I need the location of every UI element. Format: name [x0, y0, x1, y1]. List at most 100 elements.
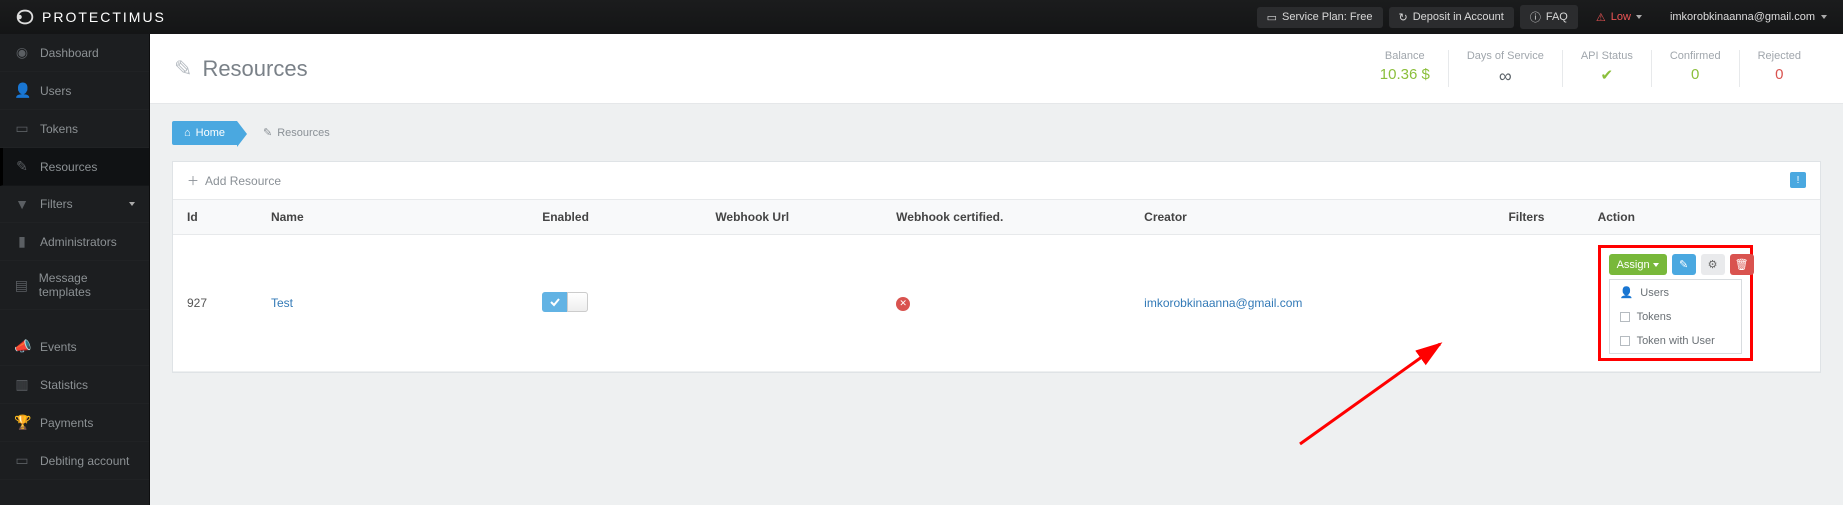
col-name[interactable]: Name	[257, 200, 528, 235]
resources-panel: ＋ Add Resource ! Id Name Enabled Webhook…	[172, 161, 1821, 373]
cell-filters	[1494, 235, 1583, 372]
col-action[interactable]: Action	[1584, 200, 1820, 235]
delete-button[interactable]: 🗑	[1730, 254, 1754, 275]
trophy-icon: 🏆	[14, 414, 30, 431]
sidebar-item-dashboard[interactable]: ◉Dashboard	[0, 34, 149, 72]
stat-api-status: API Status ✔	[1562, 50, 1651, 87]
cell-creator: imkorobkinaanna@gmail.com	[1130, 235, 1494, 372]
stat-rejected: Rejected 0	[1739, 50, 1819, 87]
header-stats: Balance 10.36 $ Days of Service ∞ API St…	[1362, 50, 1819, 87]
action-highlight-box: Assign ✎ ⚙ 🗑 👤Users	[1598, 245, 1753, 361]
add-resource-button[interactable]: ＋ Add Resource	[187, 172, 281, 189]
sidebar-item-filters[interactable]: ▼Filters	[0, 186, 149, 223]
col-webhook-certified[interactable]: Webhook certified.	[882, 200, 1130, 235]
refresh-icon: ↻	[1399, 11, 1408, 24]
check-icon	[542, 292, 567, 312]
home-icon: ⌂	[184, 127, 191, 139]
content-area: ✎ Resources Balance 10.36 $ Days of Serv…	[150, 34, 1843, 505]
brand-logo[interactable]: PROTECTIMUS	[0, 6, 180, 28]
caret-down-icon	[1821, 15, 1827, 19]
file-icon: ▤	[14, 277, 29, 294]
help-badge[interactable]: !	[1790, 172, 1806, 188]
edit-icon: ✎	[174, 56, 192, 82]
deposit-button[interactable]: ↻ Deposit in Account	[1389, 7, 1514, 28]
sidebar-item-tokens[interactable]: ▭Tokens	[0, 110, 149, 148]
stat-balance: Balance 10.36 $	[1362, 50, 1448, 87]
service-plan-button[interactable]: ▭ Service Plan: Free	[1257, 7, 1383, 28]
sidebar-item-users[interactable]: 👤Users	[0, 72, 149, 110]
square-icon	[1620, 312, 1630, 322]
brand-text: PROTECTIMUS	[42, 9, 166, 25]
cell-id: 927	[173, 235, 257, 372]
caret-down-icon	[1653, 263, 1659, 267]
sidebar-item-resources[interactable]: ✎Resources	[0, 148, 149, 186]
settings-button[interactable]: ⚙	[1701, 254, 1725, 275]
page-title: ✎ Resources	[174, 56, 308, 82]
top-bar: PROTECTIMUS ▭ Service Plan: Free ↻ Depos…	[0, 0, 1843, 34]
assign-users[interactable]: 👤Users	[1610, 280, 1741, 305]
bars-icon: ▮	[14, 233, 30, 250]
resources-table: Id Name Enabled Webhook Url Webhook cert…	[173, 200, 1820, 372]
bullhorn-icon: 📣	[14, 338, 30, 355]
filter-icon: ▼	[14, 196, 30, 212]
breadcrumb-home[interactable]: ⌂ Home	[172, 121, 237, 145]
edit-icon: ✎	[1679, 258, 1688, 271]
sidebar-item-statistics[interactable]: ▥Statistics	[0, 366, 149, 404]
infinity-icon: ∞	[1467, 66, 1544, 87]
breadcrumb: ⌂ Home ✎ Resources	[150, 104, 1843, 151]
breadcrumb-resources[interactable]: ✎ Resources	[243, 120, 344, 145]
table-row: 927 Test ✕ imkorobkinaanna@gmail.com	[173, 235, 1820, 372]
stat-days-of-service: Days of Service ∞	[1448, 50, 1562, 87]
users-icon: 👤	[14, 82, 30, 99]
creator-link[interactable]: imkorobkinaanna@gmail.com	[1144, 296, 1302, 310]
assign-tokens[interactable]: Tokens	[1610, 305, 1741, 329]
check-icon: ✔	[1581, 66, 1633, 84]
sidebar-item-payments[interactable]: 🏆Payments	[0, 404, 149, 442]
low-indicator[interactable]: ⚠ Low	[1584, 11, 1654, 24]
sidebar-item-message-templates[interactable]: ▤Message templates	[0, 261, 149, 310]
square-icon	[1620, 336, 1630, 346]
col-id[interactable]: Id	[173, 200, 257, 235]
plus-icon: ＋	[187, 172, 199, 189]
panel-toolbar: ＋ Add Resource !	[173, 162, 1820, 200]
cell-action: Assign ✎ ⚙ 🗑 👤Users	[1584, 235, 1820, 372]
shield-loop-icon	[14, 6, 36, 28]
resource-link[interactable]: Test	[271, 296, 293, 310]
warning-icon: ⚠	[1596, 11, 1606, 24]
col-filters[interactable]: Filters	[1494, 200, 1583, 235]
assign-dropdown: 👤Users Tokens Token with User	[1609, 279, 1742, 354]
receipt-icon: ▭	[14, 452, 30, 469]
page-header: ✎ Resources Balance 10.36 $ Days of Serv…	[150, 34, 1843, 104]
cell-enabled	[528, 235, 701, 372]
assign-token-with-user[interactable]: Token with User	[1610, 329, 1741, 353]
col-enabled[interactable]: Enabled	[528, 200, 701, 235]
info-icon: ⓘ	[1530, 9, 1541, 25]
edit-button[interactable]: ✎	[1672, 254, 1696, 275]
caret-down-icon	[1636, 15, 1642, 19]
sidebar-item-events[interactable]: 📣Events	[0, 328, 149, 366]
sidebar: ◉Dashboard 👤Users ▭Tokens ✎Resources ▼Fi…	[0, 34, 150, 505]
user-menu[interactable]: imkorobkinaanna@gmail.com	[1654, 11, 1843, 23]
trash-icon: 🗑	[1735, 258, 1749, 271]
faq-button[interactable]: ⓘ FAQ	[1520, 5, 1578, 29]
chart-icon: ▥	[14, 376, 30, 393]
card-icon: ▭	[1267, 11, 1277, 24]
cell-name: Test	[257, 235, 528, 372]
col-webhook-url[interactable]: Webhook Url	[701, 200, 882, 235]
enabled-toggle[interactable]	[542, 292, 588, 312]
col-creator[interactable]: Creator	[1130, 200, 1494, 235]
sidebar-item-administrators[interactable]: ▮Administrators	[0, 223, 149, 261]
dashboard-icon: ◉	[14, 44, 30, 61]
edit-icon: ✎	[263, 126, 272, 139]
toggle-knob	[567, 292, 588, 312]
cell-webhook-certified: ✕	[882, 235, 1130, 372]
user-icon: 👤	[1620, 286, 1634, 299]
gear-icon: ⚙	[1708, 258, 1718, 271]
cell-webhook-url	[701, 235, 882, 372]
edit-icon: ✎	[14, 158, 30, 175]
cross-circle-icon: ✕	[896, 297, 910, 311]
stat-confirmed: Confirmed 0	[1651, 50, 1739, 87]
token-icon: ▭	[14, 120, 30, 137]
assign-button[interactable]: Assign	[1609, 254, 1667, 275]
sidebar-item-debiting-account[interactable]: ▭Debiting account	[0, 442, 149, 480]
